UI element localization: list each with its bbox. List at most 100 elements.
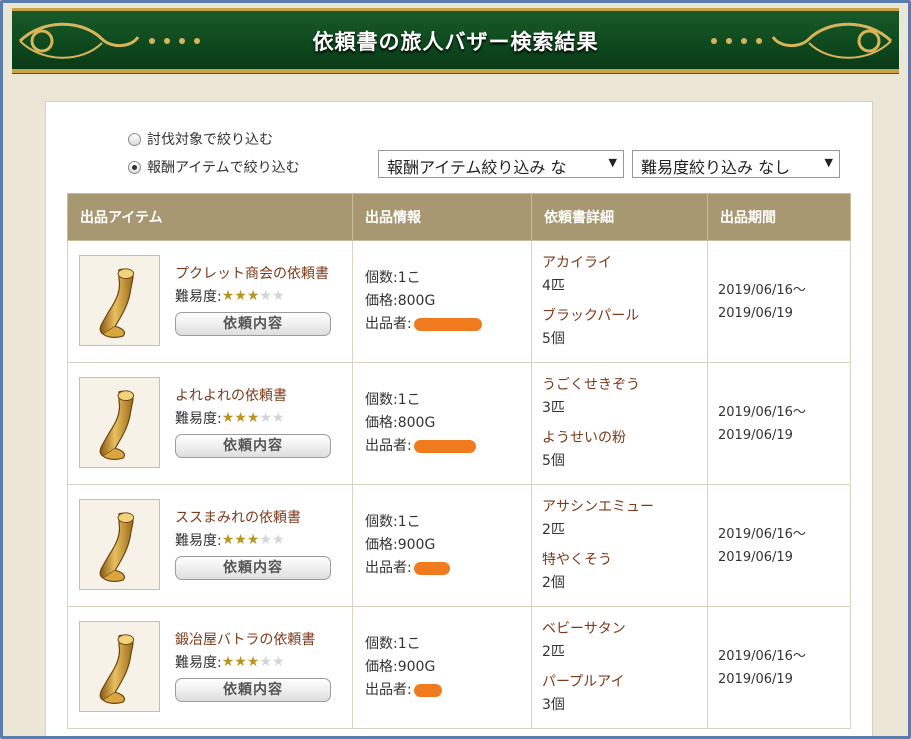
request-target-name[interactable]: アカイライ (542, 252, 707, 275)
table-row: ススまみれの依頼書 難易度: ★★★★★ 依頼内容 個数:1こ 価格:900G … (67, 484, 851, 607)
column-header-info: 出品情報 (352, 193, 532, 241)
filter-reward-radio[interactable]: 報酬アイテムで絞り込む (128, 157, 300, 177)
request-detail-cell: ベビーサタン 2匹 パープルアイ 3個 (531, 606, 708, 729)
filter-reward-label: 報酬アイテムで絞り込む (147, 160, 300, 176)
item-name-link[interactable]: ススまみれの依頼書 (175, 507, 301, 527)
period-end: 2019/06/19 (718, 671, 793, 687)
right-ornament-icon (711, 22, 893, 59)
listing-info-cell: 個数:1こ 価格:800G 出品者: (352, 362, 532, 485)
request-detail-button[interactable]: 依頼内容 (175, 556, 331, 580)
request-target-name[interactable]: アサシンエミュー (542, 496, 707, 519)
quantity-text: 個数:1こ (365, 392, 421, 408)
scroll-item-icon[interactable] (79, 377, 160, 468)
star-empty-icon: ★ (259, 654, 272, 670)
request-target-1: アサシンエミュー 2匹 (542, 496, 707, 542)
difficulty-select-value: 難易度絞り込み なし (641, 158, 791, 177)
quantity-text: 個数:1こ (365, 270, 421, 286)
difficulty-rating: 難易度: ★★★★★ (175, 530, 285, 550)
period-end: 2019/06/19 (718, 427, 793, 443)
seller-text: 出品者: (365, 313, 531, 336)
star-empty-icon: ★ (271, 532, 285, 548)
listing-period-cell: 2019/06/16～ 2019/06/19 (707, 362, 851, 485)
price-text: 価格:900G (365, 659, 436, 675)
listing-period-cell: 2019/06/16～ 2019/06/19 (707, 484, 851, 607)
star-empty-icon: ★ (271, 410, 285, 426)
table-row: よれよれの依頼書 難易度: ★★★★★ 依頼内容 個数:1こ 価格:800G 出… (67, 362, 851, 485)
price-text: 価格:800G (365, 293, 436, 309)
period-end: 2019/06/19 (718, 549, 793, 565)
difficulty-rating: 難易度: ★★★★★ (175, 286, 285, 306)
results-panel: 討伐対象で絞り込む 報酬アイテムで絞り込む 報酬アイテム絞り込み な ▼ 難易度… (45, 101, 873, 736)
request-target-count: 3匹 (542, 400, 565, 416)
item-name-link[interactable]: 鍛冶屋バトラの依頼書 (175, 629, 315, 649)
request-target-count: 3個 (542, 697, 565, 713)
radio-circle-icon[interactable] (128, 132, 141, 146)
price-text: 価格:800G (365, 415, 436, 431)
scroll-item-icon[interactable] (79, 621, 160, 712)
request-target-name[interactable]: ようせいの粉 (542, 427, 707, 450)
request-target-1: ベビーサタン 2匹 (542, 618, 707, 664)
item-cell: 鍛冶屋バトラの依頼書 難易度: ★★★★★ 依頼内容 (67, 606, 353, 729)
star-empty-icon: ★ (259, 532, 272, 548)
results-table: 出品アイテム 出品情報 依頼書詳細 出品期間 プクレット商会の依頼書 難易度: … (67, 193, 851, 729)
star-rating: ★★★★★ (222, 410, 285, 426)
period-start: 2019/06/16～ (718, 526, 806, 542)
star-filled-icon: ★ (221, 410, 235, 426)
reward-item-select[interactable]: 報酬アイテム絞り込み な ▼ (378, 150, 624, 178)
star-filled-icon: ★ (221, 654, 235, 670)
request-target-name[interactable]: パープルアイ (542, 671, 707, 694)
seller-text: 出品者: (365, 557, 531, 580)
item-name-link[interactable]: よれよれの依頼書 (175, 385, 287, 405)
item-cell: ススまみれの依頼書 難易度: ★★★★★ 依頼内容 (67, 484, 353, 607)
seller-redaction (413, 317, 482, 331)
request-target-2: ようせいの粉 5個 (542, 427, 707, 473)
column-header-item: 出品アイテム (67, 193, 353, 241)
star-rating: ★★★★★ (222, 654, 285, 670)
table-row: 鍛冶屋バトラの依頼書 難易度: ★★★★★ 依頼内容 個数:1こ 価格:900G… (67, 606, 851, 729)
difficulty-label: 難易度: (175, 655, 222, 671)
request-target-count: 5個 (542, 453, 565, 469)
star-filled-icon: ★ (246, 654, 260, 670)
request-detail-cell: アカイライ 4匹 ブラックパール 5個 (531, 240, 708, 363)
request-target-count: 2個 (542, 575, 565, 591)
request-target-name[interactable]: うごくせきぞう (542, 374, 707, 397)
scroll-item-icon[interactable] (79, 255, 160, 346)
request-target-count: 5個 (542, 331, 565, 347)
star-empty-icon: ★ (259, 410, 272, 426)
request-target-name[interactable]: ブラックパール (542, 305, 707, 328)
star-rating: ★★★★★ (222, 532, 285, 548)
period-end: 2019/06/19 (718, 305, 793, 321)
difficulty-select[interactable]: 難易度絞り込み なし ▼ (632, 150, 840, 178)
request-detail-cell: アサシンエミュー 2匹 特やくそう 2個 (531, 484, 708, 607)
request-detail-button[interactable]: 依頼内容 (175, 434, 331, 458)
column-header-detail: 依頼書詳細 (531, 193, 708, 241)
difficulty-label: 難易度: (175, 411, 222, 427)
request-target-count: 4匹 (542, 278, 565, 294)
difficulty-label: 難易度: (175, 533, 222, 549)
request-target-name[interactable]: ベビーサタン (542, 618, 707, 641)
listing-info-cell: 個数:1こ 価格:800G 出品者: (352, 240, 532, 363)
window-frame: 依頼書の旅人バザー検索結果 討伐対象で絞り込む 報酬アイテムで絞り込む 報酬アイ… (0, 0, 911, 739)
request-target-name[interactable]: 特やくそう (542, 549, 707, 572)
request-target-1: アカイライ 4匹 (542, 252, 707, 298)
star-filled-icon: ★ (221, 288, 235, 304)
scroll-item-icon[interactable] (79, 499, 160, 590)
request-detail-button[interactable]: 依頼内容 (175, 678, 331, 702)
item-name-link[interactable]: プクレット商会の依頼書 (175, 263, 329, 283)
request-target-2: ブラックパール 5個 (542, 305, 707, 351)
filter-monster-radio[interactable]: 討伐対象で絞り込む (128, 129, 273, 149)
dropdown-arrow-icon: ▼ (824, 156, 833, 169)
request-detail-button[interactable]: 依頼内容 (175, 312, 331, 336)
star-filled-icon: ★ (246, 288, 260, 304)
radio-checked-icon[interactable] (128, 160, 141, 174)
seller-redaction (413, 683, 442, 697)
listing-info-cell: 個数:1こ 価格:900G 出品者: (352, 606, 532, 729)
price-text: 価格:900G (365, 537, 436, 553)
seller-text: 出品者: (365, 679, 531, 702)
dropdown-arrow-icon: ▼ (608, 156, 617, 169)
star-filled-icon: ★ (246, 410, 260, 426)
star-filled-icon: ★ (221, 532, 235, 548)
request-target-1: うごくせきぞう 3匹 (542, 374, 707, 420)
listing-period-cell: 2019/06/16～ 2019/06/19 (707, 606, 851, 729)
column-header-period: 出品期間 (707, 193, 851, 241)
